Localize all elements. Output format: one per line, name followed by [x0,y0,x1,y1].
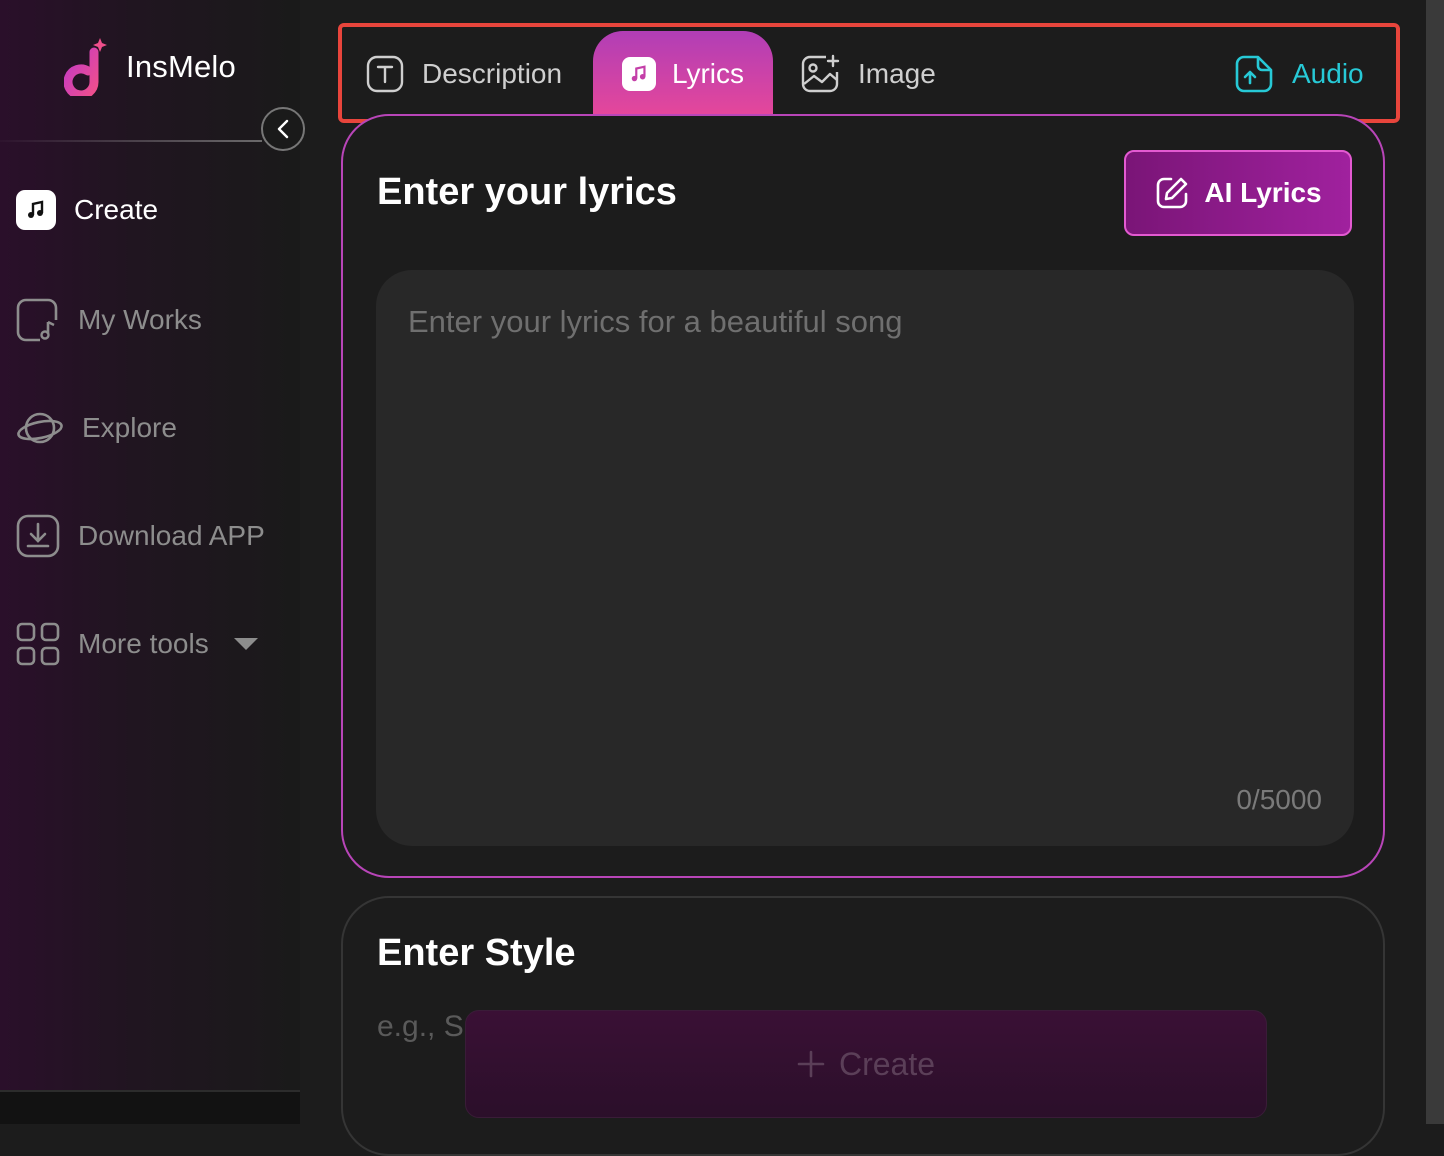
sidebar-item-create[interactable]: Create [16,190,158,230]
sidebar-divider [0,140,262,142]
lyrics-input[interactable]: Enter your lyrics for a beautiful song 0… [376,270,1354,846]
text-icon [366,55,404,93]
download-icon [16,514,60,558]
input-mode-tabs: Description Lyrics Image Audio [338,23,1400,123]
collapse-sidebar-button[interactable] [261,107,305,151]
sidebar-item-explore[interactable]: Explore [16,406,177,450]
sidebar-item-label: My Works [78,304,202,335]
plus-icon [797,1050,825,1078]
tab-label: Lyrics [671,58,745,89]
sidebar-item-download-app[interactable]: Download APP [16,514,265,558]
style-section-title: Enter Style [377,932,576,974]
create-button-label: Create [838,1045,936,1082]
planet-icon [17,412,63,444]
tab-image[interactable]: Image [800,31,936,117]
sidebar-item-my-works[interactable]: My Works [16,298,202,342]
lyrics-card: Enter your lyrics AI Lyrics Enter your l… [341,114,1385,878]
tab-lyrics[interactable]: Lyrics [593,31,773,117]
music-note-icon [621,57,656,91]
tab-label: Audio [1292,58,1364,89]
lyrics-placeholder: Enter your lyrics for a beautiful song [408,304,903,339]
document-music-icon [16,298,58,342]
insmelo-logo-icon [64,38,107,96]
ai-lyrics-label: AI Lyrics [1204,177,1322,208]
sidebar-item-label: Create [74,194,159,225]
edit-icon [1157,177,1188,209]
tab-audio[interactable]: Audio [1234,31,1364,117]
lyrics-section-title: Enter your lyrics [377,171,677,213]
chevron-left-icon [277,119,289,139]
music-note-icon [16,190,56,230]
app-name: InsMelo [126,49,236,84]
char-count: 0/5000 [1236,784,1322,815]
image-icon [801,54,840,93]
sidebar-item-label: More tools [78,628,209,659]
caret-down-icon [233,638,258,650]
sidebar-item-label: Explore [82,412,177,443]
grid-icon [16,622,60,666]
scrollbar[interactable] [1426,0,1444,1124]
create-button[interactable]: Create [465,1010,1267,1118]
ai-lyrics-button[interactable]: AI Lyrics [1124,150,1352,236]
style-input[interactable]: e.g., S [377,1010,464,1044]
app-logo[interactable]: InsMelo [64,38,236,96]
tab-label: Description [422,58,563,89]
sidebar-item-label: Download APP [78,520,265,551]
tab-description[interactable]: Description [366,31,562,117]
upload-file-icon [1235,55,1273,93]
sidebar-footer [0,1092,300,1124]
style-card: Enter Style e.g., S Create [341,896,1385,1156]
sidebar-item-more-tools[interactable]: More tools [16,622,259,666]
tab-label: Image [858,58,936,89]
sidebar: InsMelo Create My Works Explore Download… [0,0,300,1124]
